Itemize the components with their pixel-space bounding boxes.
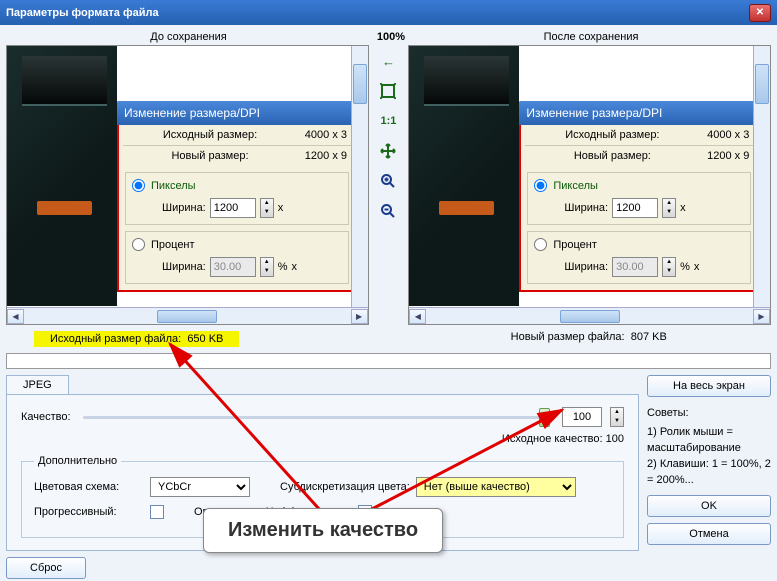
before-save-label: До сохранения — [6, 31, 371, 43]
width-label: Ширина: — [162, 202, 206, 214]
orig-file-size: Исходный размер файла: 650 KB — [34, 331, 239, 347]
one-to-one-button[interactable]: 1:1 — [376, 109, 400, 133]
zoom-out-icon[interactable] — [376, 199, 400, 223]
resize-dialog-before: Изменение размера/DPI Исходный размер:40… — [117, 101, 357, 292]
width-px-input-2[interactable] — [612, 198, 658, 218]
fit-screen-icon[interactable] — [376, 79, 400, 103]
quality-label: Качество: — [21, 411, 71, 423]
ok-button[interactable]: OK — [647, 495, 771, 517]
radio-pixels[interactable] — [132, 179, 145, 192]
preview-after-vscroll[interactable] — [753, 46, 770, 307]
tab-jpeg[interactable]: JPEG — [6, 375, 69, 394]
x-label: x — [278, 202, 284, 214]
zoom-in-icon[interactable] — [376, 169, 400, 193]
width-pct-spinner[interactable]: ▲▼ — [260, 257, 274, 277]
reset-button[interactable]: Сброс — [6, 557, 86, 579]
additional-legend: Дополнительно — [34, 455, 121, 467]
size-ratio-bar — [6, 353, 771, 369]
center-toolbar: ← 1:1 — [369, 45, 409, 325]
width-pct-input — [210, 257, 256, 277]
callout-change-quality: Изменить качество — [203, 508, 443, 553]
cancel-button[interactable]: Отмена — [647, 523, 771, 545]
radio-percent-2[interactable] — [534, 238, 547, 251]
preview-header-row: До сохранения 100% После сохранения — [6, 31, 771, 43]
pct-sign: % — [278, 261, 288, 273]
preview-after: Изменение размера/DPI Исходный размер:40… — [408, 45, 771, 325]
width-px-spinner[interactable]: ▲▼ — [260, 198, 274, 218]
width-px-input[interactable] — [210, 198, 256, 218]
orig-size-value: 4000 x 3 — [293, 129, 347, 141]
preview-before-vscroll[interactable] — [351, 46, 368, 307]
window-title: Параметры формата файла — [6, 7, 159, 19]
preview-after-hscroll[interactable]: ◀▶ — [409, 307, 770, 324]
preview-after-image — [409, 46, 519, 306]
progressive-label: Прогрессивный: — [34, 506, 144, 518]
move-icon[interactable] — [376, 139, 400, 163]
quality-input[interactable] — [562, 407, 602, 427]
subsampling-label: Субдискретизация цвета: — [280, 481, 410, 493]
new-file-size: Новый размер файла: 807 KB — [407, 331, 772, 347]
x-label-2: x — [292, 261, 298, 273]
quality-slider[interactable] — [83, 416, 550, 419]
orig-size-label: Исходный размер: — [127, 129, 293, 141]
preview-before: Изменение размера/DPI Исходный размер:40… — [6, 45, 369, 325]
preview-before-image — [7, 46, 117, 306]
radio-percent[interactable] — [132, 238, 145, 251]
progressive-checkbox[interactable] — [150, 505, 164, 519]
after-save-label: После сохранения — [411, 31, 771, 43]
resize-dialog-title-2: Изменение размера/DPI — [519, 101, 759, 125]
quality-spinner[interactable]: ▲▼ — [610, 407, 624, 427]
radio-pixels-2[interactable] — [534, 179, 547, 192]
zoom-percent-label: 100% — [371, 31, 411, 43]
width-pct-label: Ширина: — [162, 261, 206, 273]
fullscreen-button[interactable]: На весь экран — [647, 375, 771, 397]
color-scheme-combo[interactable]: YCbCr — [150, 477, 250, 497]
window-titlebar: Параметры формата файла ✕ — [0, 0, 777, 25]
tips-header: Советы: — [647, 407, 771, 419]
color-scheme-label: Цветовая схема: — [34, 481, 144, 493]
width-pct-input-2 — [612, 257, 658, 277]
new-size-label: Новый размер: — [127, 150, 293, 162]
radio-pixels-label: Пикселы — [151, 180, 196, 192]
resize-dialog-after: Изменение размера/DPI Исходный размер:40… — [519, 101, 759, 292]
radio-percent-label: Процент — [151, 239, 195, 251]
quality-slider-thumb[interactable] — [539, 408, 550, 427]
new-size-value: 1200 x 9 — [293, 150, 347, 162]
orig-quality-label: Исходное качество: 100 — [21, 433, 624, 445]
close-button[interactable]: ✕ — [749, 4, 771, 22]
resize-dialog-title: Изменение размера/DPI — [117, 101, 357, 125]
preview-before-hscroll[interactable]: ◀▶ — [7, 307, 368, 324]
back-arrow-icon[interactable]: ← — [376, 49, 400, 73]
tips-text: 1) Ролик мыши = масштабирование 2) Клави… — [647, 425, 771, 489]
subsampling-combo[interactable]: Нет (выше качество) — [416, 477, 576, 497]
